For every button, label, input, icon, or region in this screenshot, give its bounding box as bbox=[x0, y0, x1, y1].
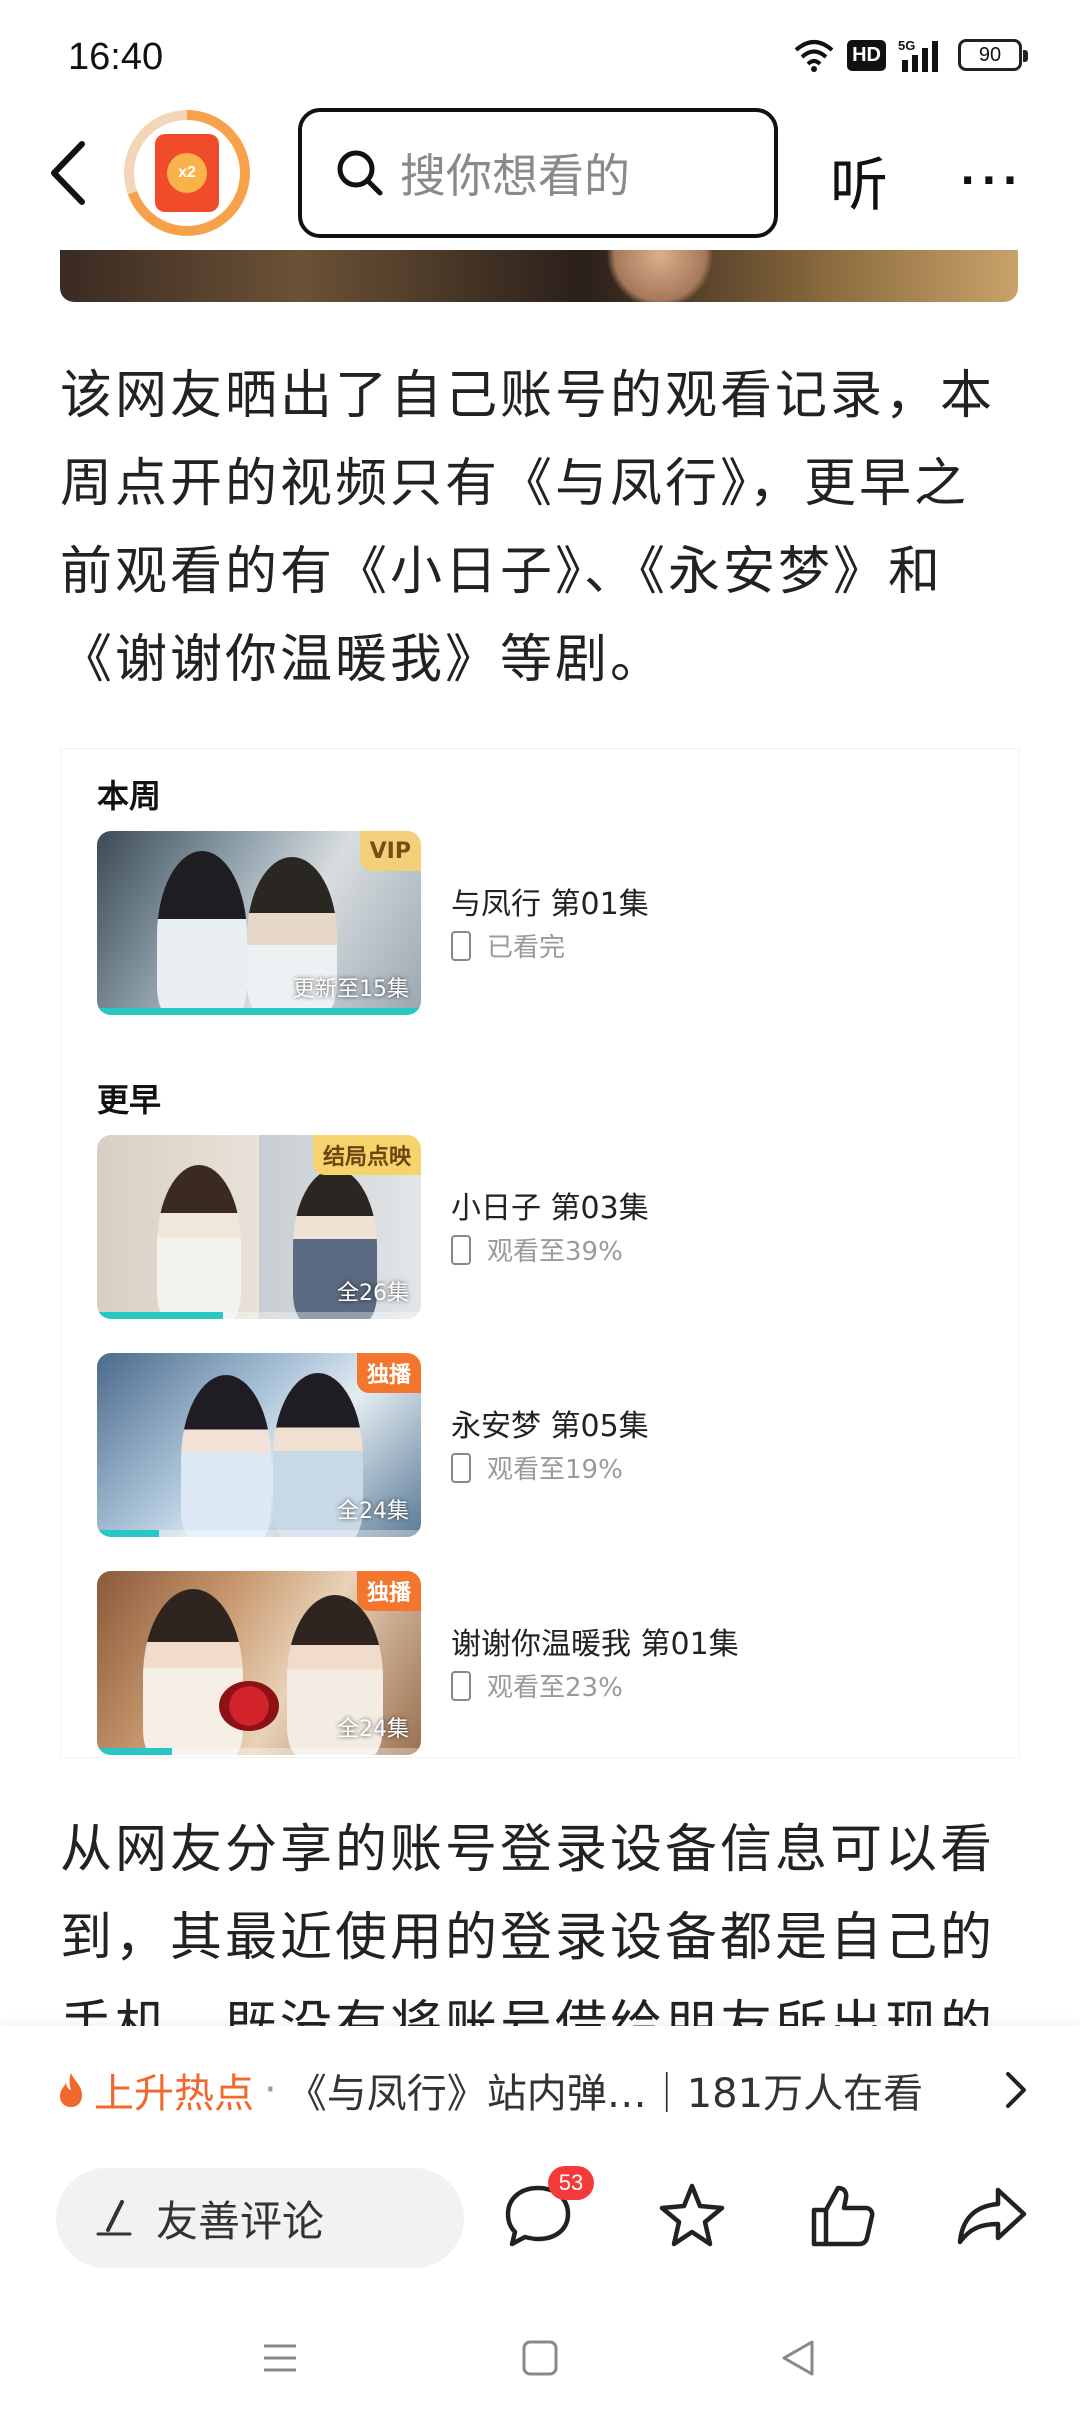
reward-multiplier: x2 bbox=[167, 153, 207, 193]
section-label-this-week: 本周 bbox=[97, 777, 162, 815]
listen-button[interactable]: 听 bbox=[830, 138, 888, 222]
battery-icon: 90 bbox=[958, 39, 1028, 71]
search-input[interactable]: 搜你想看的 bbox=[298, 108, 778, 238]
comment-placeholder: 友善评论 bbox=[156, 2196, 325, 2246]
phone-icon bbox=[451, 1452, 471, 1483]
top-nav-bar: x2 搜你想看的 听 ··· bbox=[0, 100, 1080, 250]
red-packet-icon: x2 bbox=[155, 134, 219, 212]
search-placeholder: 搜你想看的 bbox=[400, 149, 630, 203]
bottom-action-bar: 友善评论 53 bbox=[0, 2154, 1080, 2290]
video-thumbnail: VIP 更新至15集 bbox=[97, 831, 421, 1015]
comment-input[interactable]: 友善评论 bbox=[56, 2168, 464, 2268]
history-item[interactable]: 独播 全24集 谢谢你温暖我 第01集 观看至23% bbox=[97, 1571, 977, 1755]
episode-count: 全26集 bbox=[337, 1281, 409, 1306]
reward-progress-button[interactable]: x2 bbox=[124, 110, 250, 236]
status-icons: HD 5G 90 bbox=[793, 38, 1028, 72]
trending-separator: · bbox=[264, 2067, 277, 2113]
trending-topic-bar[interactable]: 上升热点 · 《与凤行》站内弹…｜181万人在看 bbox=[0, 2026, 1080, 2154]
history-item[interactable]: VIP 更新至15集 与凤行 第01集 已看完 bbox=[97, 831, 977, 1015]
episode-title: 永安梦 第05集 bbox=[451, 1409, 649, 1444]
battery-level: 90 bbox=[978, 43, 1002, 66]
badge-exclusive: 独播 bbox=[356, 1571, 421, 1611]
chevron-right-icon bbox=[1006, 2072, 1026, 2108]
episode-count: 更新至15集 bbox=[293, 977, 409, 1002]
comment-count-badge: 53 bbox=[548, 2166, 594, 2200]
episode-title: 谢谢你温暖我 第01集 bbox=[451, 1627, 739, 1662]
system-navigation-bar bbox=[0, 2290, 1080, 2412]
phone-icon bbox=[451, 1670, 471, 1701]
badge-ending: 结局点映 bbox=[312, 1135, 421, 1175]
video-thumbnail: 独播 全24集 bbox=[97, 1353, 421, 1537]
watch-status: 已看完 bbox=[451, 927, 565, 964]
pen-icon bbox=[96, 2200, 132, 2236]
status-time: 16:40 bbox=[68, 36, 164, 78]
video-thumbnail: 独播 全24集 bbox=[97, 1571, 421, 1755]
episode-title: 与凤行 第01集 bbox=[451, 887, 649, 922]
flame-icon bbox=[60, 2073, 82, 2107]
watch-progress-bar bbox=[97, 1530, 159, 1537]
episode-title: 小日子 第03集 bbox=[451, 1191, 649, 1226]
watch-progress-bar bbox=[97, 1312, 224, 1319]
episode-count: 全24集 bbox=[337, 1717, 409, 1742]
thumbs-up-icon[interactable] bbox=[804, 2178, 880, 2254]
menu-icon[interactable] bbox=[258, 2336, 302, 2380]
phone-icon bbox=[451, 930, 471, 961]
back-triangle-icon[interactable] bbox=[776, 2336, 820, 2380]
search-icon bbox=[337, 150, 383, 196]
watch-progress-bar bbox=[97, 1748, 172, 1755]
svg-text:5G: 5G bbox=[898, 38, 915, 53]
home-icon[interactable] bbox=[518, 2336, 562, 2380]
signal-5g-icon: 5G bbox=[898, 38, 938, 72]
article-paragraph: 从网友分享的账号登录设备信息可以看到，其最近使用的登录设备都是自己的手机，既没有… bbox=[60, 1820, 996, 2036]
article-image-bottom bbox=[60, 250, 1018, 302]
episode-count: 全24集 bbox=[337, 1499, 409, 1524]
wifi-icon bbox=[794, 40, 834, 72]
chevron-left-icon[interactable] bbox=[42, 138, 102, 208]
video-thumbnail: 结局点映 全26集 bbox=[97, 1135, 421, 1319]
badge-vip: VIP bbox=[359, 831, 421, 871]
article-paragraph: 该网友晒出了自己账号的观看记录，本周点开的视频只有《与凤行》，更早之前观看的有《… bbox=[60, 366, 996, 690]
watch-status: 观看至23% bbox=[451, 1667, 623, 1704]
share-icon[interactable] bbox=[954, 2178, 1030, 2254]
section-label-earlier: 更早 bbox=[97, 1081, 162, 1119]
badge-exclusive: 独播 bbox=[356, 1353, 421, 1393]
status-bar: 16:40 HD 5G 90 bbox=[0, 0, 1080, 110]
watch-progress-bar bbox=[97, 1008, 421, 1015]
trending-label: 上升热点 bbox=[94, 2071, 254, 2117]
history-item[interactable]: 结局点映 全26集 小日子 第03集 观看至39% bbox=[97, 1135, 977, 1319]
watch-history-screenshot: 本周 VIP 更新至15集 与凤行 第01集 已看完 更早 结局点映 全26集 … bbox=[60, 748, 1020, 1758]
watch-status: 观看至39% bbox=[451, 1231, 623, 1268]
history-item[interactable]: 独播 全24集 永安梦 第05集 观看至19% bbox=[97, 1353, 977, 1537]
phone-icon bbox=[451, 1234, 471, 1265]
star-icon[interactable] bbox=[654, 2178, 730, 2254]
watch-status: 观看至19% bbox=[451, 1449, 623, 1486]
hd-icon: HD bbox=[847, 39, 886, 71]
more-menu-button[interactable]: ··· bbox=[960, 158, 1024, 204]
trending-text: 《与凤行》站内弹…｜181万人在看 bbox=[286, 2071, 924, 2117]
